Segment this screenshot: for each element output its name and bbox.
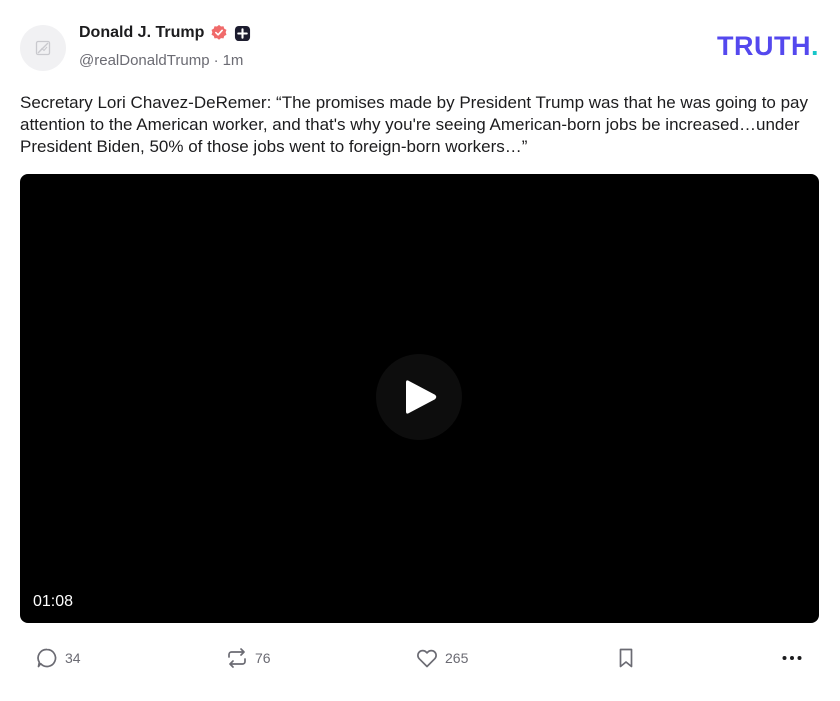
bookmark-button[interactable]	[614, 640, 638, 676]
more-options-button[interactable]	[780, 640, 804, 676]
reply-icon	[37, 648, 57, 668]
video-duration: 01:08	[33, 593, 74, 610]
play-button[interactable]	[376, 354, 462, 440]
video-player[interactable]: 01:08	[20, 174, 819, 623]
retruth-icon	[228, 648, 246, 668]
post-text: Secretary Lori Chavez-DeRemer: “The prom…	[20, 93, 809, 156]
meta-separator: ·	[213, 52, 219, 69]
like-button[interactable]: 265	[415, 640, 468, 676]
post-meta: @realDonaldTrump · 1m	[79, 52, 243, 69]
verified-badge-icon	[211, 24, 227, 40]
logo-dot: .	[810, 31, 819, 61]
logo-text: TRUTH	[717, 31, 811, 61]
truth-logo[interactable]: TRUTH.	[717, 33, 819, 60]
avatar[interactable]	[20, 25, 66, 71]
action-bar: 34 76 265	[20, 640, 819, 676]
post-time[interactable]: 1m	[223, 52, 244, 69]
like-icon	[417, 649, 437, 668]
play-icon	[406, 380, 437, 414]
image-placeholder-icon	[35, 40, 51, 56]
author-handle[interactable]: @realDonaldTrump	[79, 52, 210, 69]
reply-count: 34	[65, 650, 81, 666]
author-name[interactable]: Donald J. Trump	[79, 24, 204, 42]
retruth-button[interactable]: 76	[225, 640, 271, 676]
retruth-count: 76	[255, 650, 271, 666]
more-icon	[782, 656, 802, 660]
like-count: 265	[445, 650, 469, 666]
bookmark-icon	[619, 648, 633, 668]
plus-badge-icon	[235, 25, 251, 41]
reply-button[interactable]: 34	[35, 640, 81, 676]
